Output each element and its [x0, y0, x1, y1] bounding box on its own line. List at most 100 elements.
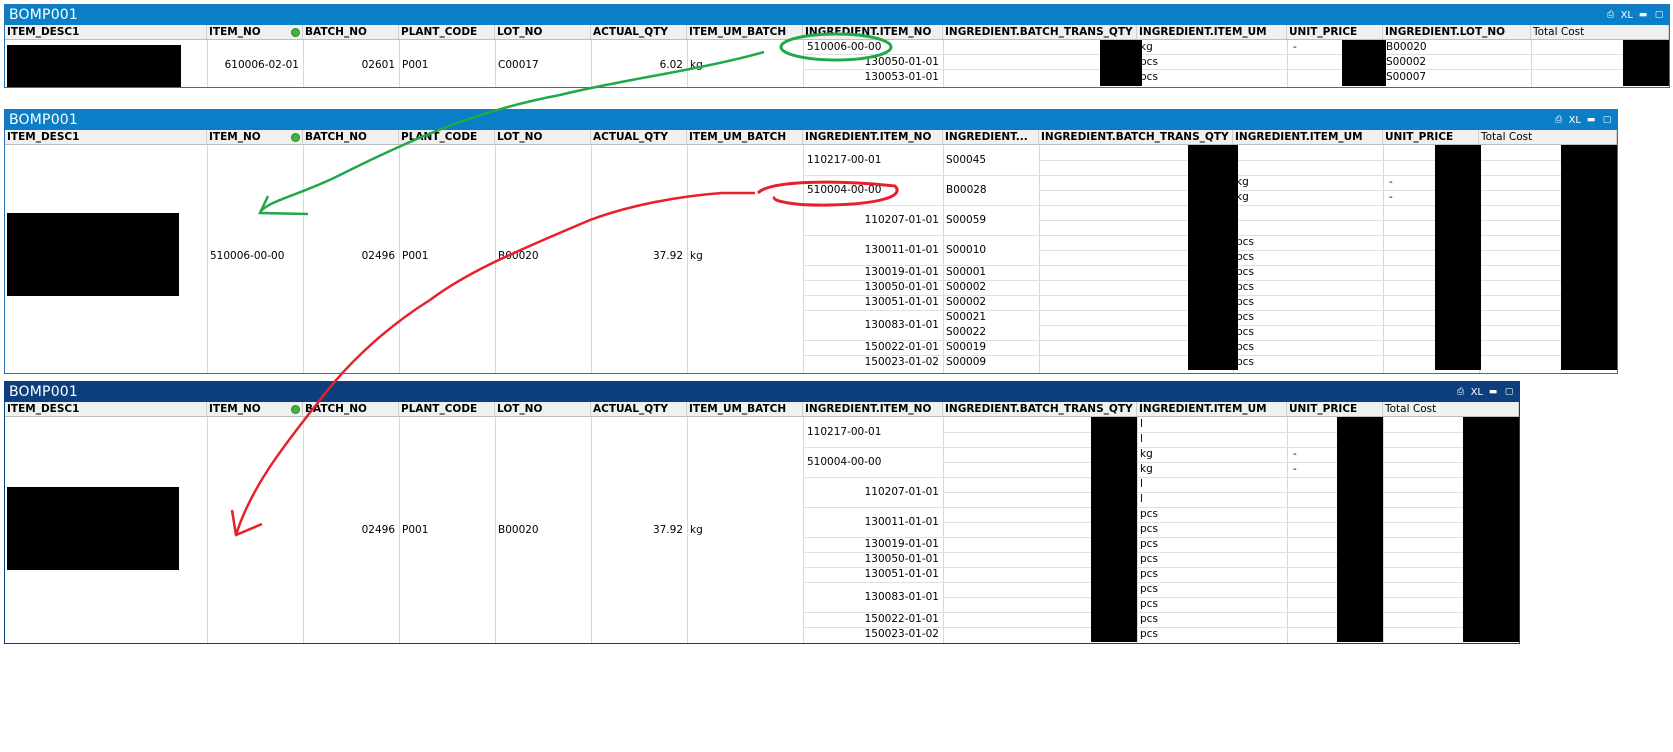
- unit-price-cell[interactable]: -: [1389, 191, 1393, 204]
- ingredient-um-cell[interactable]: l: [1140, 478, 1143, 491]
- col-header-ingredient-batch-trans-qty[interactable]: INGREDIENT.BATCH_TRANS_QTY: [943, 25, 1137, 39]
- lot-no-cell[interactable]: B00020: [498, 250, 539, 263]
- plant-code-cell[interactable]: P001: [402, 59, 428, 72]
- col-header-plant-code[interactable]: PLANT_CODE: [399, 402, 495, 416]
- ingredient-um-cell[interactable]: pcs: [1236, 266, 1254, 279]
- ingredient-item-no-cell[interactable]: 130083-01-01: [803, 591, 939, 604]
- lot-no-cell[interactable]: C00017: [498, 59, 539, 72]
- table-box-title-bar[interactable]: BOMP001 ⎙ XL ▬ ▢: [5, 382, 1519, 402]
- ingredient-lot-no-cell[interactable]: S00002: [1386, 56, 1426, 69]
- plant-code-cell[interactable]: P001: [402, 250, 428, 263]
- col-header-ingredient-lot-no[interactable]: INGREDIENT...: [943, 130, 1039, 144]
- col-header-lot-no[interactable]: LOT_NO: [495, 130, 591, 144]
- unit-price-cell[interactable]: -: [1389, 176, 1393, 189]
- unit-price-cell[interactable]: -: [1293, 448, 1297, 461]
- col-header-item-desc1[interactable]: ITEM_DESC1: [5, 130, 207, 144]
- ingredient-um-cell[interactable]: pcs: [1140, 538, 1158, 551]
- actual-qty-cell[interactable]: 37.92: [591, 250, 683, 263]
- col-header-ingredient-lot-no[interactable]: INGREDIENT.LOT_NO: [1383, 25, 1531, 39]
- col-header-lot-no[interactable]: LOT_NO: [495, 402, 591, 416]
- ingredient-um-cell[interactable]: pcs: [1236, 311, 1254, 324]
- ingredient-um-cell[interactable]: kg: [1140, 448, 1153, 461]
- ingredient-lot-no-cell[interactable]: S00019: [946, 341, 986, 354]
- ingredient-item-no-cell[interactable]: 110217-00-01: [807, 154, 881, 167]
- ingredient-um-cell[interactable]: pcs: [1140, 56, 1158, 69]
- table-box-title-bar[interactable]: BOMP001 ⎙ XL ▬ ▢: [5, 110, 1617, 130]
- ingredient-lot-no-cell[interactable]: S00002: [946, 281, 986, 294]
- col-header-item-desc1[interactable]: ITEM_DESC1: [5, 25, 207, 39]
- col-header-item-no[interactable]: ITEM_NO: [207, 25, 303, 39]
- ingredient-um-cell[interactable]: pcs: [1236, 341, 1254, 354]
- ingredient-item-no-cell[interactable]: 130011-01-01: [803, 244, 939, 257]
- ingredient-um-cell[interactable]: pcs: [1140, 71, 1158, 84]
- item-no-cell[interactable]: 510006-00-00: [210, 250, 284, 263]
- col-header-ingredient-item-no[interactable]: INGREDIENT.ITEM_NO: [803, 25, 943, 39]
- col-header-plant-code[interactable]: PLANT_CODE: [399, 25, 495, 39]
- ingredient-um-cell[interactable]: pcs: [1236, 326, 1254, 339]
- col-header-unit-price[interactable]: UNIT_PRICE: [1383, 130, 1479, 144]
- col-header-item-no[interactable]: ITEM_NO: [207, 130, 303, 144]
- ingredient-item-no-cell[interactable]: 130019-01-01: [803, 266, 939, 279]
- actual-qty-cell[interactable]: 37.92: [591, 524, 683, 537]
- batch-no-cell[interactable]: 02601: [303, 59, 395, 72]
- ingredient-um-cell[interactable]: pcs: [1140, 568, 1158, 581]
- maximize-icon[interactable]: ▢: [1601, 114, 1613, 126]
- ingredient-um-cell[interactable]: pcs: [1236, 296, 1254, 309]
- ingredient-um-cell[interactable]: l: [1236, 206, 1239, 219]
- col-header-actual-qty[interactable]: ACTUAL_QTY: [591, 130, 687, 144]
- ingredient-item-no-cell[interactable]: 510004-00-00: [807, 184, 881, 197]
- ingredient-um-cell[interactable]: pcs: [1140, 523, 1158, 536]
- col-header-ingredient-batch-trans-qty[interactable]: INGREDIENT.BATCH_TRANS_QTY: [1039, 130, 1233, 144]
- ingredient-item-no-cell[interactable]: 110207-01-01: [803, 214, 939, 227]
- minimize-icon[interactable]: ▬: [1585, 114, 1597, 126]
- ingredient-um-cell[interactable]: kg: [1236, 191, 1249, 204]
- ingredient-lot-no-cell[interactable]: B00020: [1386, 41, 1427, 54]
- col-header-ingredient-item-um[interactable]: INGREDIENT.ITEM_UM: [1233, 130, 1383, 144]
- minimize-icon[interactable]: ▬: [1637, 9, 1649, 21]
- ingredient-um-cell[interactable]: pcs: [1236, 356, 1254, 369]
- unit-price-cell[interactable]: -: [1293, 463, 1297, 476]
- col-header-total-cost[interactable]: Total Cost: [1531, 25, 1669, 39]
- ingredient-item-no-cell[interactable]: 150022-01-01: [803, 341, 939, 354]
- ingredient-lot-no-cell[interactable]: S00002: [946, 296, 986, 309]
- item-um-batch-cell[interactable]: kg: [690, 250, 703, 263]
- ingredient-um-cell[interactable]: pcs: [1140, 583, 1158, 596]
- item-no-cell[interactable]: 610006-02-01: [207, 59, 299, 72]
- batch-no-cell[interactable]: 02496: [303, 250, 395, 263]
- print-icon[interactable]: ⎙: [1455, 386, 1467, 398]
- ingredient-item-no-cell[interactable]: 130051-01-01: [803, 568, 939, 581]
- ingredient-um-cell[interactable]: pcs: [1140, 628, 1158, 641]
- plant-code-cell[interactable]: P001: [402, 524, 428, 537]
- minimize-icon[interactable]: ▬: [1487, 386, 1499, 398]
- table-box-title-bar[interactable]: BOMP001 ⎙ XL ▬ ▢: [5, 5, 1669, 25]
- col-header-item-um-batch[interactable]: ITEM_UM_BATCH: [687, 130, 803, 144]
- col-header-item-um-batch[interactable]: ITEM_UM_BATCH: [687, 402, 803, 416]
- ingredient-um-cell[interactable]: l: [1140, 418, 1143, 431]
- ingredient-lot-no-cell[interactable]: S00022: [946, 326, 986, 339]
- col-header-ingredient-batch-trans-qty[interactable]: INGREDIENT.BATCH_TRANS_QTY: [943, 402, 1137, 416]
- col-header-ingredient-item-um[interactable]: INGREDIENT.ITEM_UM: [1137, 25, 1287, 39]
- ingredient-um-cell[interactable]: kg: [1140, 463, 1153, 476]
- col-header-unit-price[interactable]: UNIT_PRICE: [1287, 25, 1383, 39]
- maximize-icon[interactable]: ▢: [1653, 9, 1665, 21]
- ingredient-lot-no-cell[interactable]: S00021: [946, 311, 986, 324]
- ingredient-item-no-cell[interactable]: 510006-00-00: [807, 41, 881, 54]
- ingredient-item-no-cell[interactable]: 130050-01-01: [803, 56, 939, 69]
- ingredient-um-cell[interactable]: l: [1236, 161, 1239, 174]
- col-header-item-um-batch[interactable]: ITEM_UM_BATCH: [687, 25, 803, 39]
- col-header-batch-no[interactable]: BATCH_NO: [303, 25, 399, 39]
- ingredient-item-no-cell[interactable]: 130053-01-01: [803, 71, 939, 84]
- ingredient-item-no-cell[interactable]: 110217-00-01: [807, 426, 881, 439]
- ingredient-item-no-cell[interactable]: 130050-01-01: [803, 281, 939, 294]
- col-header-actual-qty[interactable]: ACTUAL_QTY: [591, 402, 687, 416]
- col-header-item-desc1[interactable]: ITEM_DESC1: [5, 402, 207, 416]
- ingredient-lot-no-cell[interactable]: S00010: [946, 244, 986, 257]
- col-header-item-no[interactable]: ITEM_NO: [207, 402, 303, 416]
- ingredient-item-no-cell[interactable]: 150023-01-02: [803, 356, 939, 369]
- xl-export-icon[interactable]: XL: [1621, 9, 1633, 21]
- print-icon[interactable]: ⎙: [1553, 114, 1565, 126]
- ingredient-um-cell[interactable]: pcs: [1140, 613, 1158, 626]
- ingredient-um-cell[interactable]: pcs: [1140, 508, 1158, 521]
- ingredient-lot-no-cell[interactable]: B00028: [946, 184, 987, 197]
- ingredient-lot-no-cell[interactable]: S00009: [946, 356, 986, 369]
